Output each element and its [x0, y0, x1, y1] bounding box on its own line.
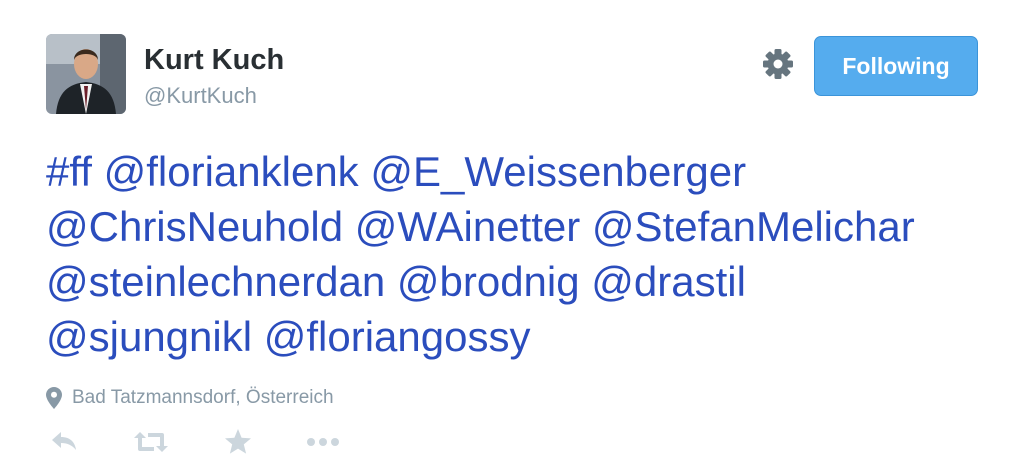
- tweet-line: #ff @florianklenk @E_Weissenberger: [46, 144, 1006, 199]
- gear-icon[interactable]: [760, 46, 796, 82]
- location-label: Bad Tatzmannsdorf, Österreich: [72, 387, 334, 408]
- tweet-card: Kurt Kuch @KurtKuch Following #ff @flori…: [0, 0, 1024, 468]
- tweet-line: @ChrisNeuhold @WAinetter @StefanMelichar: [46, 199, 1006, 254]
- map-pin-icon: [46, 387, 62, 409]
- mention-link[interactable]: @brodnig: [397, 258, 580, 305]
- tweet-line: @steinlechnerdan @brodnig @drastil: [46, 254, 1006, 309]
- tweet-location[interactable]: Bad Tatzmannsdorf, Österreich: [46, 385, 334, 411]
- mention-link[interactable]: @florianklenk: [104, 148, 359, 195]
- mention-link[interactable]: @StefanMelichar: [592, 203, 915, 250]
- mention-link[interactable]: @drastil: [591, 258, 746, 305]
- author-handle[interactable]: @KurtKuch: [144, 83, 257, 109]
- mention-link[interactable]: @sjungnikl: [46, 313, 252, 360]
- more-dots-icon[interactable]: [306, 437, 340, 447]
- avatar-photo: [46, 34, 126, 114]
- star-icon[interactable]: [224, 428, 252, 455]
- mention-link[interactable]: @ChrisNeuhold: [46, 203, 343, 250]
- following-button[interactable]: Following: [814, 36, 978, 96]
- mention-link[interactable]: @E_Weissenberger: [370, 148, 746, 195]
- avatar[interactable]: [46, 34, 126, 114]
- mention-link[interactable]: @WAinetter: [355, 203, 580, 250]
- mention-link[interactable]: @floriangossy: [264, 313, 531, 360]
- mention-link[interactable]: @steinlechnerdan: [46, 258, 385, 305]
- reply-icon[interactable]: [50, 430, 78, 452]
- tweet-line: @sjungnikl @floriangossy: [46, 309, 1006, 364]
- tweet-text: #ff @florianklenk @E_Weissenberger @Chri…: [46, 144, 1006, 364]
- hashtag-link[interactable]: #ff: [46, 148, 92, 195]
- retweet-icon[interactable]: [134, 431, 168, 453]
- author-name[interactable]: Kurt Kuch: [144, 44, 284, 77]
